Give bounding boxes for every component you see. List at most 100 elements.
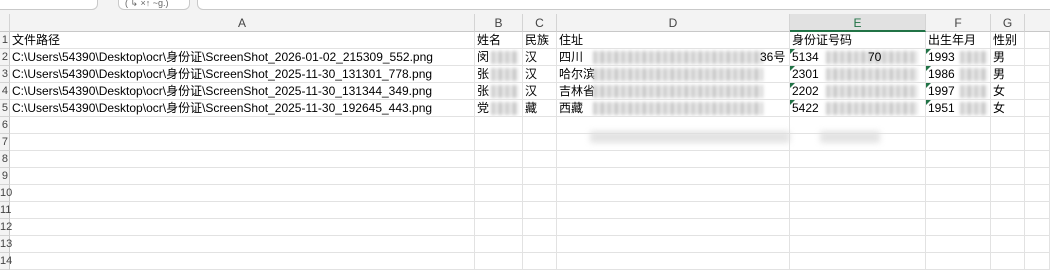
data-cell-path[interactable]: C:\Users\54390\Desktop\ocr\身份证\ScreenSho… (10, 83, 475, 100)
data-cell-gender[interactable]: 女 (991, 100, 1025, 117)
grid-cell[interactable] (523, 202, 557, 219)
data-cell-ethnicity[interactable]: 汉 (523, 49, 557, 66)
grid-cell[interactable] (790, 202, 926, 219)
header-cell-ethnicity[interactable]: 民族 (523, 32, 557, 49)
grid-cell[interactable] (557, 219, 790, 236)
grid-cell[interactable] (991, 151, 1025, 168)
grid-cell[interactable] (926, 253, 991, 270)
grid-cell[interactable] (1025, 134, 1050, 151)
row-header[interactable]: 8 (0, 151, 10, 168)
data-cell-ethnicity[interactable]: 藏 (523, 100, 557, 117)
grid-cell[interactable] (10, 219, 475, 236)
column-header-g[interactable]: G (991, 14, 1025, 32)
grid-cell[interactable] (991, 253, 1025, 270)
data-cell-id-number[interactable]: 2301 (790, 66, 926, 83)
column-header-b[interactable]: B (475, 14, 523, 32)
grid-cell[interactable] (1025, 32, 1050, 49)
grid-cell[interactable] (523, 117, 557, 134)
grid-cell[interactable] (10, 117, 475, 134)
select-all-corner[interactable] (0, 14, 10, 32)
data-cell-id-number[interactable]: 5134 70 (790, 49, 926, 66)
row-header[interactable]: 1 (0, 32, 10, 49)
grid-cell[interactable] (523, 253, 557, 270)
grid-cell[interactable] (10, 253, 475, 270)
header-cell-address[interactable]: 住址 (557, 32, 790, 49)
grid-cell[interactable] (10, 134, 475, 151)
grid-cell[interactable] (1025, 185, 1050, 202)
grid-cell[interactable] (475, 151, 523, 168)
column-header-d[interactable]: D (557, 14, 790, 32)
grid-cell[interactable] (475, 117, 523, 134)
header-cell-birth[interactable]: 出生年月 (926, 32, 991, 49)
grid-cell[interactable] (10, 151, 475, 168)
header-cell-path[interactable]: 文件路径 (10, 32, 475, 49)
data-cell-name[interactable]: 张 (475, 83, 523, 100)
row-header[interactable]: 3 (0, 66, 10, 83)
data-cell-birth[interactable]: 1951 (926, 100, 991, 117)
row-header[interactable]: 6 (0, 117, 10, 134)
row-header[interactable]: 4 (0, 83, 10, 100)
grid-cell[interactable] (10, 202, 475, 219)
data-cell-ethnicity[interactable]: 汉 (523, 66, 557, 83)
row-header[interactable]: 2 (0, 49, 10, 66)
grid-cell[interactable] (10, 185, 475, 202)
grid-cell[interactable] (790, 236, 926, 253)
grid-cell[interactable] (991, 168, 1025, 185)
grid-cell[interactable] (1025, 253, 1050, 270)
grid-cell[interactable] (926, 151, 991, 168)
grid-cell[interactable] (926, 202, 991, 219)
data-cell-name[interactable]: 闵 (475, 49, 523, 66)
grid-cell[interactable] (991, 202, 1025, 219)
data-cell-birth[interactable]: 1993 (926, 49, 991, 66)
grid-cell[interactable] (926, 168, 991, 185)
grid-cell[interactable] (991, 185, 1025, 202)
formula-bar[interactable] (197, 0, 1050, 10)
grid-cell[interactable] (475, 185, 523, 202)
data-cell-ethnicity[interactable]: 汉 (523, 83, 557, 100)
grid-cell[interactable] (1025, 151, 1050, 168)
grid-cell[interactable] (991, 219, 1025, 236)
grid-cell[interactable] (475, 219, 523, 236)
row-header[interactable]: 7 (0, 134, 10, 151)
data-cell-id-number[interactable]: 2202 (790, 83, 926, 100)
grid-cell[interactable] (1025, 219, 1050, 236)
grid-cell[interactable] (523, 219, 557, 236)
data-cell-path[interactable]: C:\Users\54390\Desktop\ocr\身份证\ScreenSho… (10, 100, 475, 117)
grid-cell[interactable] (790, 168, 926, 185)
header-cell-name[interactable]: 姓名 (475, 32, 523, 49)
data-cell-address[interactable]: 哈尔滨 (557, 66, 790, 83)
header-cell-gender[interactable]: 性别 (991, 32, 1025, 49)
name-box[interactable] (0, 0, 98, 10)
grid-cell[interactable] (557, 202, 790, 219)
row-header[interactable]: 10 (0, 185, 12, 202)
grid-cell[interactable] (523, 185, 557, 202)
grid-cell[interactable] (991, 236, 1025, 253)
grid-cell[interactable] (557, 185, 790, 202)
grid-cell[interactable] (557, 168, 790, 185)
column-header-a[interactable]: A (10, 14, 475, 32)
grid-cell[interactable] (523, 236, 557, 253)
row-header[interactable]: 13 (0, 236, 12, 253)
grid-cell[interactable] (475, 253, 523, 270)
grid-cell[interactable] (475, 202, 523, 219)
data-cell-id-number[interactable]: 5422 (790, 100, 926, 117)
data-cell-address[interactable]: 西藏 (557, 100, 790, 117)
data-cell-birth[interactable]: 1986 (926, 66, 991, 83)
data-cell-gender[interactable]: 男 (991, 66, 1025, 83)
grid-cell[interactable] (991, 117, 1025, 134)
data-cell-path[interactable]: C:\Users\54390\Desktop\ocr\身份证\ScreenSho… (10, 49, 475, 66)
grid-cell[interactable] (1025, 117, 1050, 134)
row-header[interactable]: 14 (0, 253, 12, 270)
data-cell-address[interactable]: 吉林省 (557, 83, 790, 100)
grid-cell[interactable] (790, 185, 926, 202)
grid-cell[interactable] (790, 253, 926, 270)
column-header-e[interactable]: E (790, 14, 926, 32)
column-header-f[interactable]: F (926, 14, 991, 32)
grid-cell[interactable] (557, 253, 790, 270)
grid-cell[interactable] (523, 134, 557, 151)
row-header[interactable]: 12 (0, 219, 12, 236)
grid-cell[interactable] (1025, 236, 1050, 253)
zoom-control[interactable]: ( ↳ ×↑ ~g.) (118, 0, 190, 10)
row-header[interactable]: 9 (0, 168, 10, 185)
data-cell-birth[interactable]: 1997 (926, 83, 991, 100)
